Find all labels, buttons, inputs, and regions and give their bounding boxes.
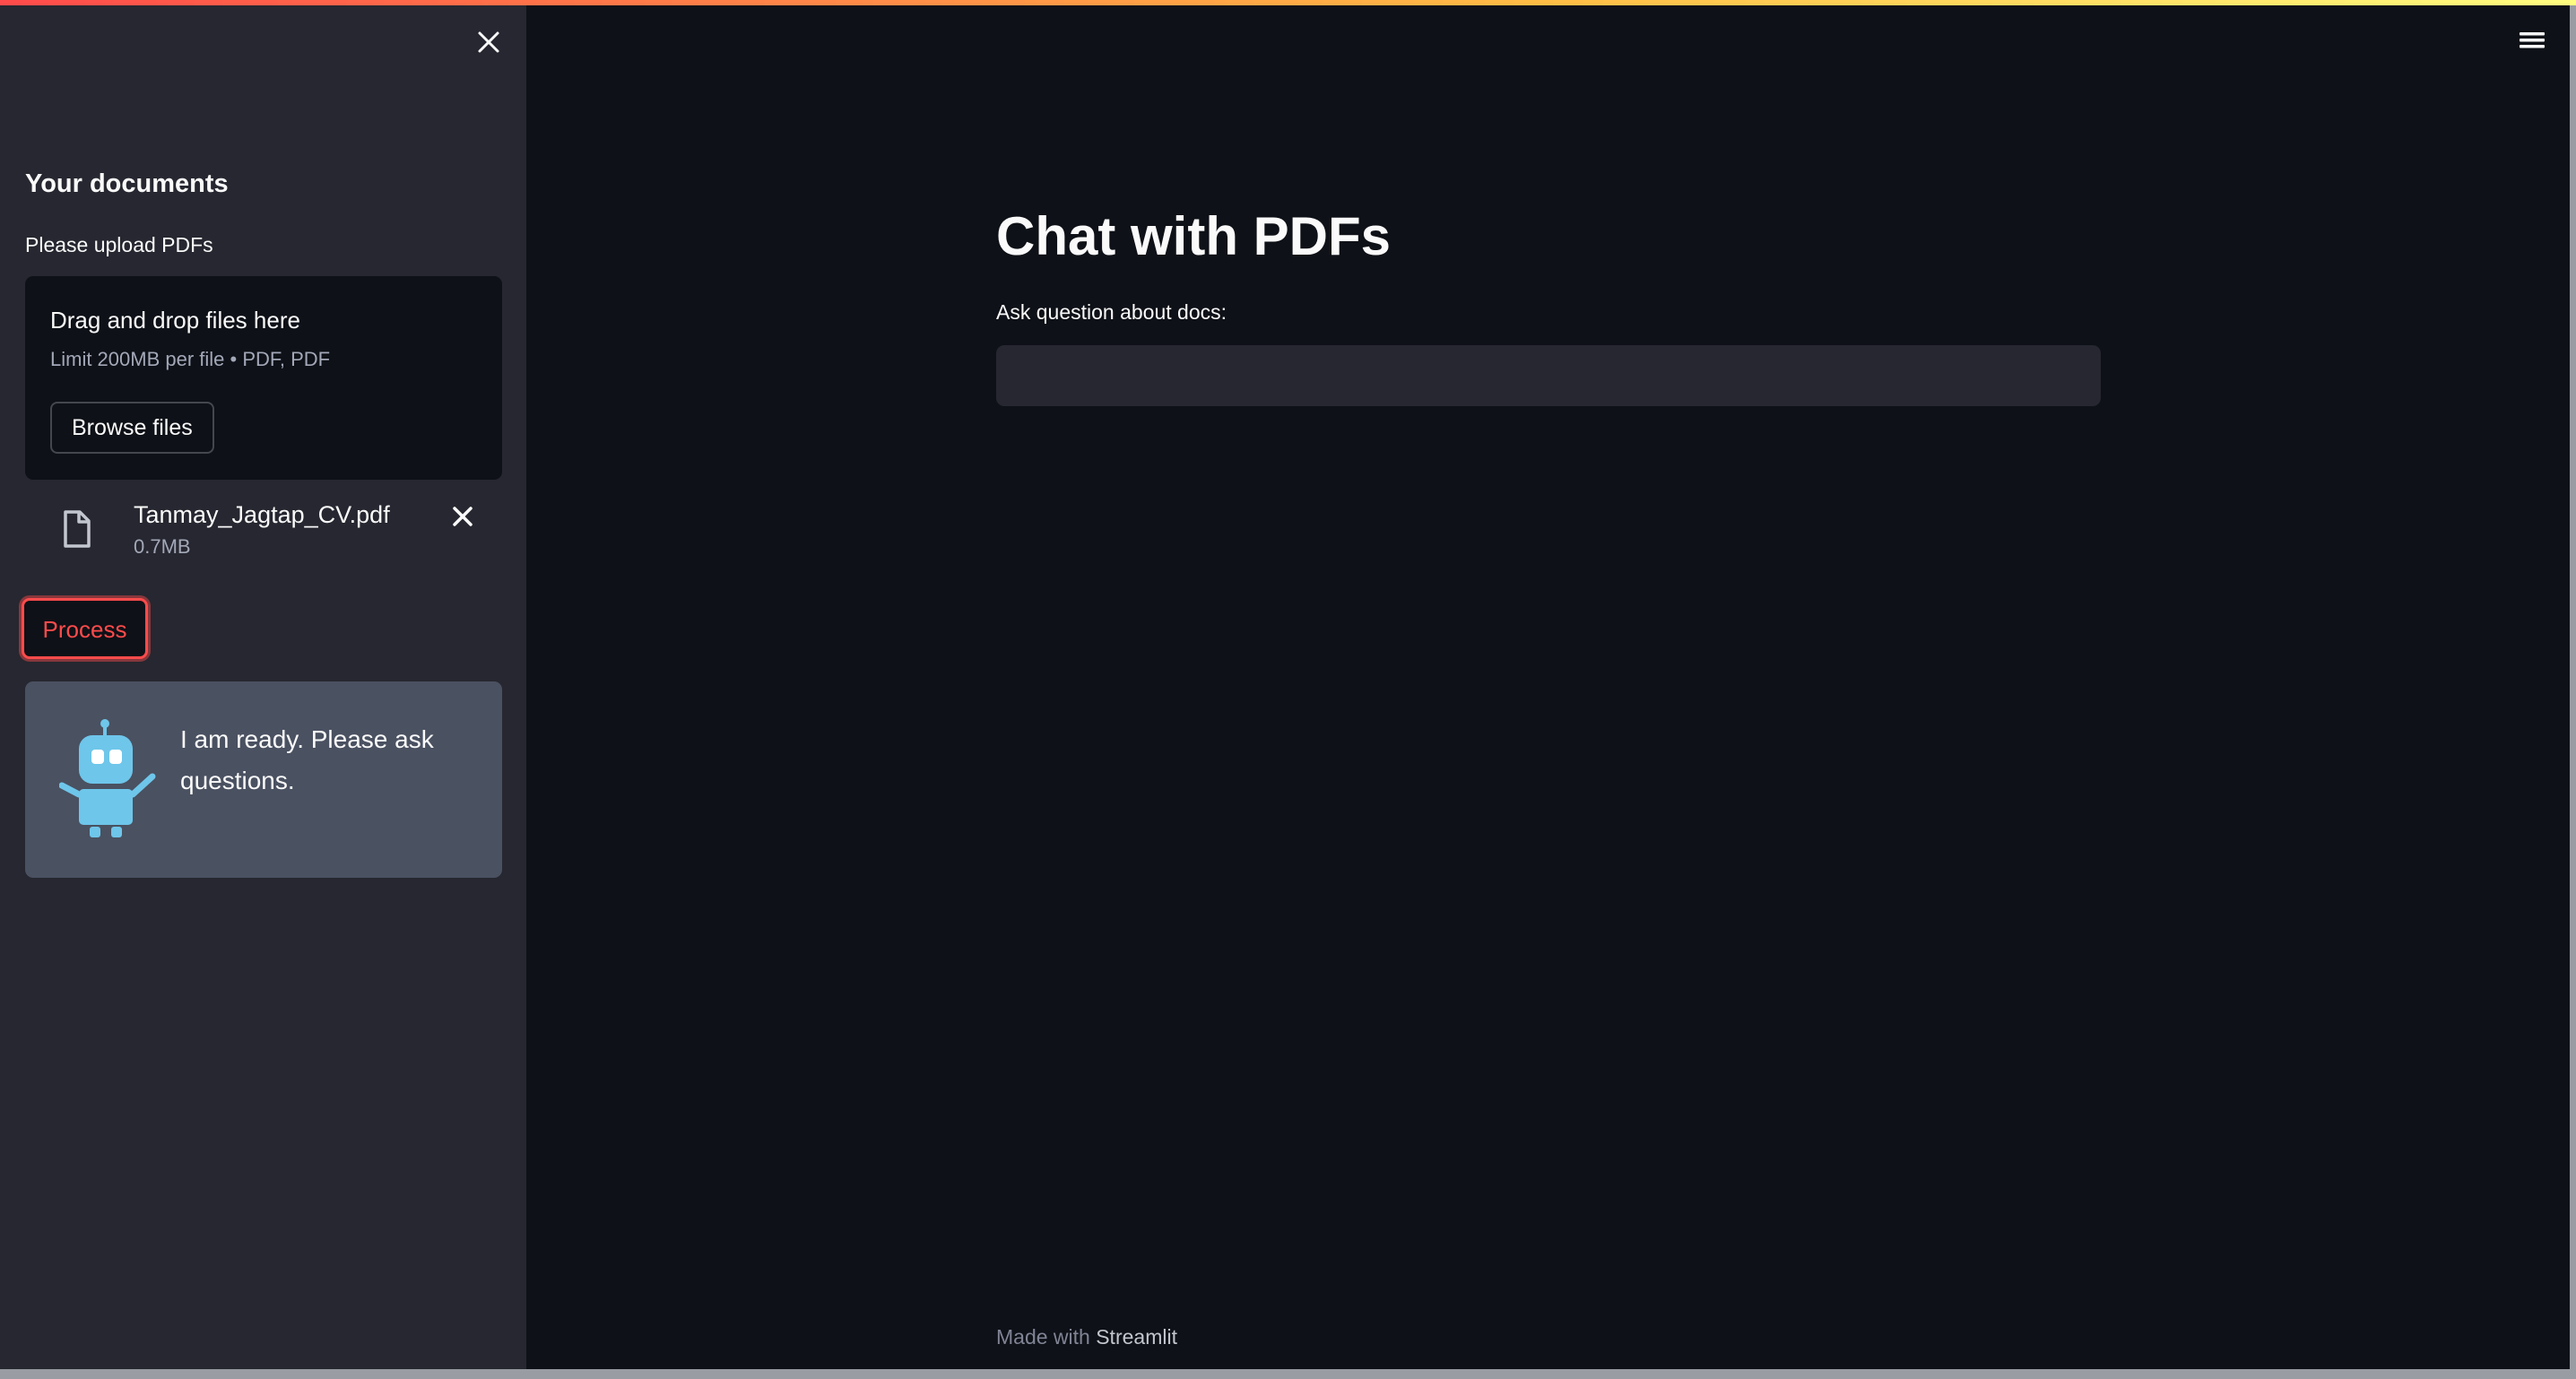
footer: Made with Streamlit: [996, 1323, 1177, 1350]
hamburger-menu-icon[interactable]: [2516, 27, 2548, 54]
remove-file-icon[interactable]: [448, 502, 477, 531]
file-dropzone[interactable]: Drag and drop files here Limit 200MB per…: [25, 276, 502, 480]
browse-files-button[interactable]: Browse files: [50, 402, 214, 454]
process-button[interactable]: Process: [22, 598, 148, 659]
close-icon[interactable]: [472, 25, 506, 59]
file-icon: [61, 509, 91, 549]
bot-status-card: I am ready. Please ask questions.: [25, 681, 502, 878]
streamlit-link[interactable]: Streamlit: [1096, 1325, 1177, 1349]
window-bottom-border: [0, 1369, 2576, 1379]
sidebar: Your documents Please upload PDFs Drag a…: [0, 0, 526, 1369]
sidebar-title: Your documents: [25, 169, 229, 198]
uploaded-file-size: 0.7MB: [134, 535, 191, 558]
uploaded-file-item: Tanmay_Jagtap_CV.pdf 0.7MB: [25, 491, 502, 563]
app-window: Your documents Please upload PDFs Drag a…: [0, 0, 2576, 1379]
footer-prefix: Made with: [996, 1325, 1090, 1349]
robot-icon: [58, 717, 163, 841]
upload-label: Please upload PDFs: [25, 233, 213, 256]
window-right-border: [2570, 0, 2576, 1379]
dropzone-limit-text: Limit 200MB per file • PDF, PDF: [50, 348, 331, 370]
dropzone-title: Drag and drop files here: [50, 307, 300, 334]
uploaded-file-name: Tanmay_Jagtap_CV.pdf: [134, 501, 390, 528]
page-title: Chat with PDFs: [996, 206, 1392, 266]
bot-ready-message: I am ready. Please ask questions.: [180, 725, 434, 794]
question-input[interactable]: [996, 345, 2101, 406]
question-label: Ask question about docs:: [996, 300, 1227, 324]
top-decoration-bar: [0, 0, 2576, 5]
